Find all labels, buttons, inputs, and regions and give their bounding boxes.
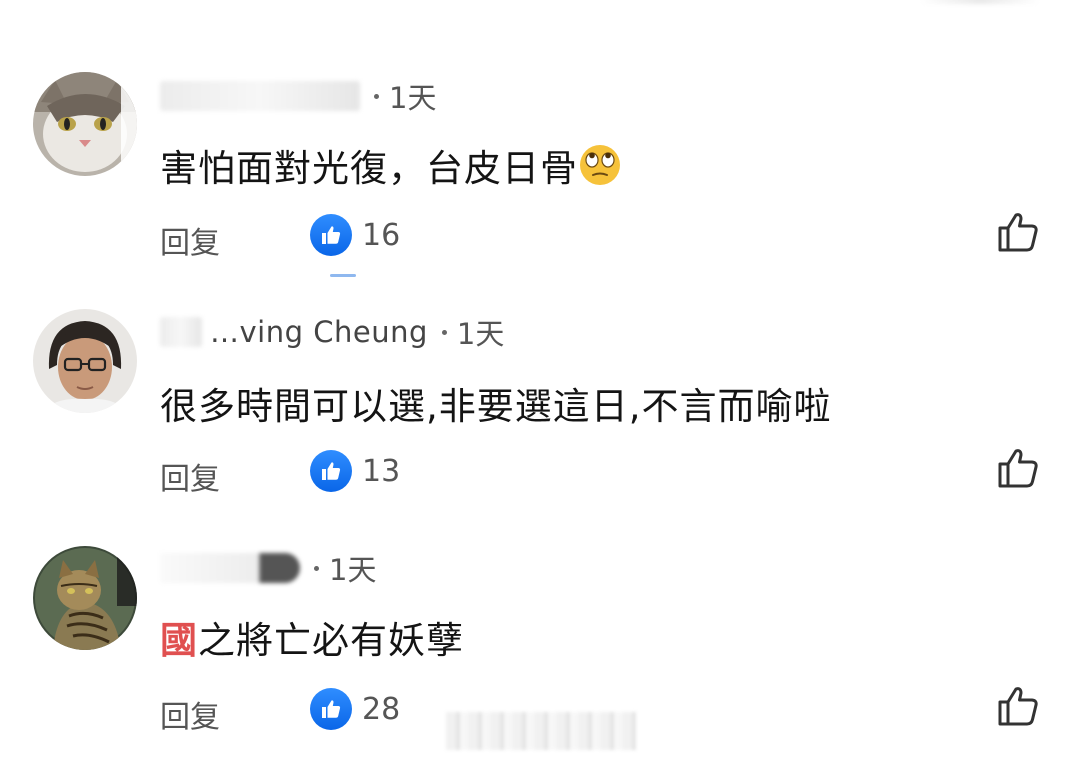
thumbs-up-icon xyxy=(310,450,352,492)
separator-dot xyxy=(314,565,319,571)
author-name[interactable]: …ving Cheung xyxy=(210,315,428,349)
timestamp: 1天 xyxy=(329,553,377,587)
thumbs-up-icon xyxy=(310,688,352,730)
reply-button[interactable]: 回复 xyxy=(160,454,220,498)
like-count: 13 xyxy=(362,453,401,489)
comment-meta: …ving Cheung 1天 xyxy=(160,312,504,352)
comment-meta: 1天 xyxy=(160,548,376,588)
comment-item: 1天 國之將亡必有妖孽 回复 28 xyxy=(0,0,1080,735)
comment-text: 國之將亡必有妖孽 xyxy=(160,610,464,664)
avatar[interactable] xyxy=(33,546,137,650)
avatar[interactable] xyxy=(33,309,137,413)
divider-accent xyxy=(330,274,356,277)
author-name-redacted[interactable] xyxy=(160,317,202,347)
comment-actions: 回复 13 xyxy=(160,449,1080,498)
separator-dot xyxy=(441,329,447,335)
comment-text: 很多時間可以選,非要選這日,不言而喻啦 xyxy=(160,385,832,428)
like-summary: 13 xyxy=(310,450,400,492)
timestamp: 1天 xyxy=(456,317,505,351)
like-summary: 28 xyxy=(310,688,400,730)
author-name-redacted[interactable] xyxy=(160,553,300,583)
thumbs-up-outline-icon[interactable] xyxy=(996,684,1040,728)
like-count: 28 xyxy=(362,691,401,727)
highlighted-character: 國 xyxy=(160,619,198,662)
watermark xyxy=(446,712,636,750)
comment-text-content: 之將亡必有妖孽 xyxy=(198,619,464,662)
thumbs-up-outline-icon[interactable] xyxy=(996,446,1040,490)
reply-button[interactable]: 回复 xyxy=(160,692,220,736)
